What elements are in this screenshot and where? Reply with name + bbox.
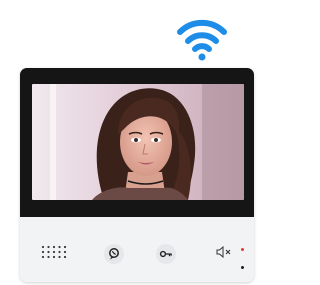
- screen-bezel: [20, 68, 254, 217]
- unlock-button[interactable]: [156, 244, 176, 264]
- status-led-red: [241, 248, 244, 251]
- video-intercom-monitor: [20, 68, 254, 282]
- key-icon: [159, 250, 172, 258]
- visitor-video-feed: [32, 84, 244, 200]
- talk-icon: [109, 248, 119, 260]
- talk-button[interactable]: [104, 244, 124, 264]
- wifi-icon: [177, 19, 227, 61]
- video-screen: [32, 84, 244, 200]
- speaker-grille-icon: [41, 245, 67, 259]
- mute-icon[interactable]: [216, 246, 232, 258]
- status-led-dark: [241, 266, 244, 269]
- control-panel: [20, 217, 254, 282]
